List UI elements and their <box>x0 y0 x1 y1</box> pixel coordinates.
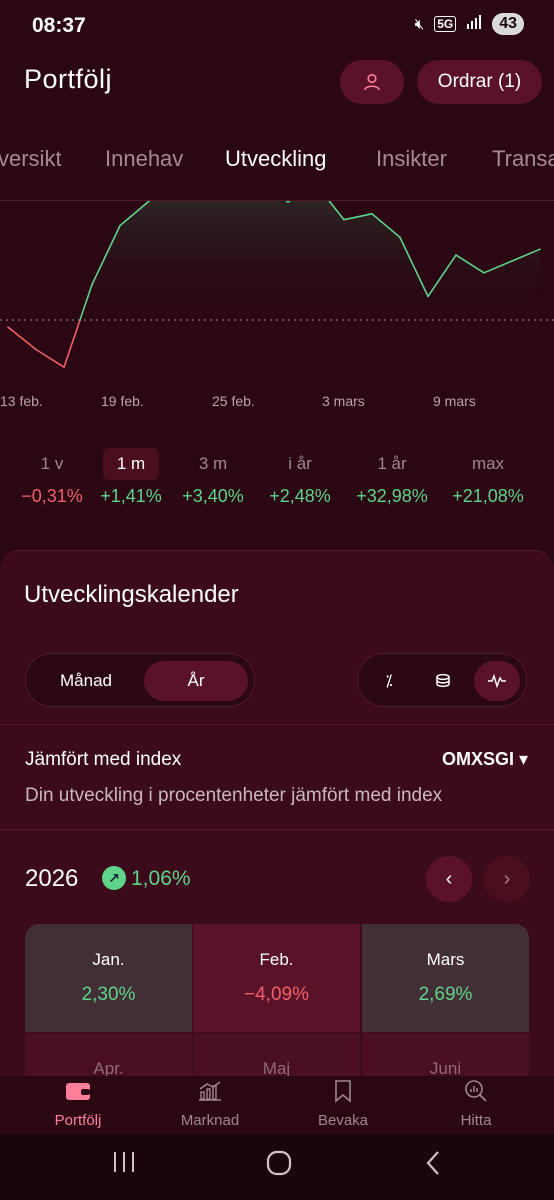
toggle-year[interactable]: År <box>144 661 248 701</box>
period-label: 1 m <box>102 448 160 480</box>
chart-canvas <box>0 200 554 368</box>
period-value: +3,40% <box>182 486 244 506</box>
tab-insikter[interactable]: Insikter <box>376 146 447 172</box>
tab-oversikt[interactable]: versikt <box>0 146 62 172</box>
period-max[interactable]: max +21,08% <box>445 448 531 507</box>
status-icons: 🔇︎ 5G 43 <box>415 13 524 35</box>
period-label: 3 m <box>198 454 228 473</box>
index-selector[interactable]: OMXSGI ▾ <box>442 749 528 770</box>
bottom-nav: Portfölj Marknad Bevaka Hitta <box>0 1076 554 1134</box>
display-mode-toggle: ⁒ <box>357 653 527 707</box>
month-name: Jan. <box>92 950 125 969</box>
coins-icon[interactable] <box>420 661 466 701</box>
back-icon[interactable] <box>424 1150 442 1183</box>
signal-icon <box>466 14 482 34</box>
app-header: Portfölj Ordrar (1) <box>0 58 554 108</box>
period-label: max <box>471 454 505 473</box>
period-label: 1 år <box>377 454 407 473</box>
toggle-month[interactable]: Månad <box>34 661 138 701</box>
wallet-icon <box>18 1076 138 1106</box>
period-value: +1,41% <box>100 486 162 506</box>
nav-hitta[interactable]: Hitta <box>416 1076 536 1129</box>
month-cell[interactable]: Jan. 2,30% <box>25 924 192 1032</box>
chart-line-segment <box>63 319 81 368</box>
tab-innehav[interactable]: Innehav <box>105 146 183 172</box>
previous-year-button[interactable]: ‹ <box>426 856 472 902</box>
nav-label: Portfölj <box>54 1112 102 1129</box>
tab-utveckling[interactable]: Utveckling <box>225 146 326 172</box>
x-tick-label: 19 feb. <box>101 393 144 409</box>
arrow-up-right-icon: ↗ <box>102 866 126 890</box>
percent-icon[interactable]: ⁒ <box>366 661 412 701</box>
performance-chart[interactable]: 13 feb. 19 feb. 25 feb. 3 mars 9 mars <box>0 200 554 420</box>
chart-plot <box>0 200 554 368</box>
chart-line-segment <box>7 326 37 351</box>
month-value: 2,69% <box>418 984 473 1005</box>
period-label: 1 v <box>40 454 64 473</box>
pulse-icon[interactable] <box>474 661 520 701</box>
battery-icon: 43 <box>492 13 524 35</box>
period-value: −0,31% <box>21 486 83 506</box>
period-3m[interactable]: 3 m +3,40% <box>170 448 256 507</box>
network-5g-icon: 5G <box>434 16 457 32</box>
status-bar: 08:37 🔇︎ 5G 43 <box>0 0 554 52</box>
month-name: Feb. <box>259 950 294 969</box>
section-tabs: versikt Innehav Utveckling Insikter Tran… <box>0 140 554 180</box>
year-change: 1,06% <box>131 867 191 890</box>
period-1y[interactable]: 1 år +32,98% <box>349 448 435 507</box>
divider <box>0 724 554 725</box>
nav-label: Hitta <box>460 1112 492 1129</box>
compare-description: Din utveckling i procentenheter jämfört … <box>25 785 443 806</box>
orders-button[interactable]: Ordrar (1) <box>417 60 542 104</box>
month-name: Mars <box>426 950 465 969</box>
nav-marknad[interactable]: Marknad <box>150 1076 270 1129</box>
x-tick-label: 13 feb. <box>0 393 43 409</box>
month-value: 2,30% <box>81 984 136 1005</box>
home-icon[interactable] <box>266 1150 292 1183</box>
nav-label: Marknad <box>180 1112 240 1129</box>
month-cell[interactable]: Mars 2,69% <box>362 924 529 1032</box>
period-ytd[interactable]: i år +2,48% <box>257 448 343 507</box>
x-tick-label: 25 feb. <box>212 393 255 409</box>
recent-apps-icon[interactable] <box>112 1150 136 1181</box>
card-title: Utvecklingskalender <box>24 581 239 608</box>
month-value: −4,09% <box>244 984 309 1005</box>
period-label: i år <box>288 454 312 473</box>
year-label: 2026 <box>25 865 79 892</box>
period-1m[interactable]: 1 m +1,41% <box>88 448 174 507</box>
bookmark-icon <box>283 1076 403 1106</box>
nav-label: Bevaka <box>317 1112 369 1129</box>
mute-icon: 🔇︎ <box>414 15 425 33</box>
period-value: +32,98% <box>356 486 428 506</box>
period-value: +2,48% <box>269 486 331 506</box>
user-icon <box>364 73 380 91</box>
x-tick-label: 9 mars <box>433 393 476 409</box>
nav-bevaka[interactable]: Bevaka <box>283 1076 403 1129</box>
nav-portfolj[interactable]: Portfölj <box>18 1076 138 1129</box>
month-cell[interactable]: Feb. −4,09% <box>193 924 360 1032</box>
compare-title: Jämfört med index <box>25 749 182 770</box>
period-1v[interactable]: 1 v −0,31% <box>9 448 95 507</box>
status-time: 08:37 <box>32 14 86 37</box>
system-nav-bar <box>0 1134 554 1200</box>
page-title: Portfölj <box>24 64 113 94</box>
tab-transaktioner[interactable]: Transa <box>492 146 554 172</box>
x-tick-label: 3 mars <box>322 393 365 409</box>
next-year-button[interactable]: › <box>484 856 530 902</box>
chart-area-fill <box>8 200 540 320</box>
divider <box>0 829 554 830</box>
period-type-toggle: Månad År <box>25 653 255 707</box>
period-value: +21,08% <box>452 486 524 506</box>
search-chart-icon <box>416 1076 536 1106</box>
period-selector: 1 v −0,31% 1 m +1,41% 3 m +3,40% i år +2… <box>0 448 554 518</box>
chart-icon <box>150 1076 270 1106</box>
chart-line-segment <box>35 348 65 368</box>
profile-button[interactable] <box>340 60 404 104</box>
